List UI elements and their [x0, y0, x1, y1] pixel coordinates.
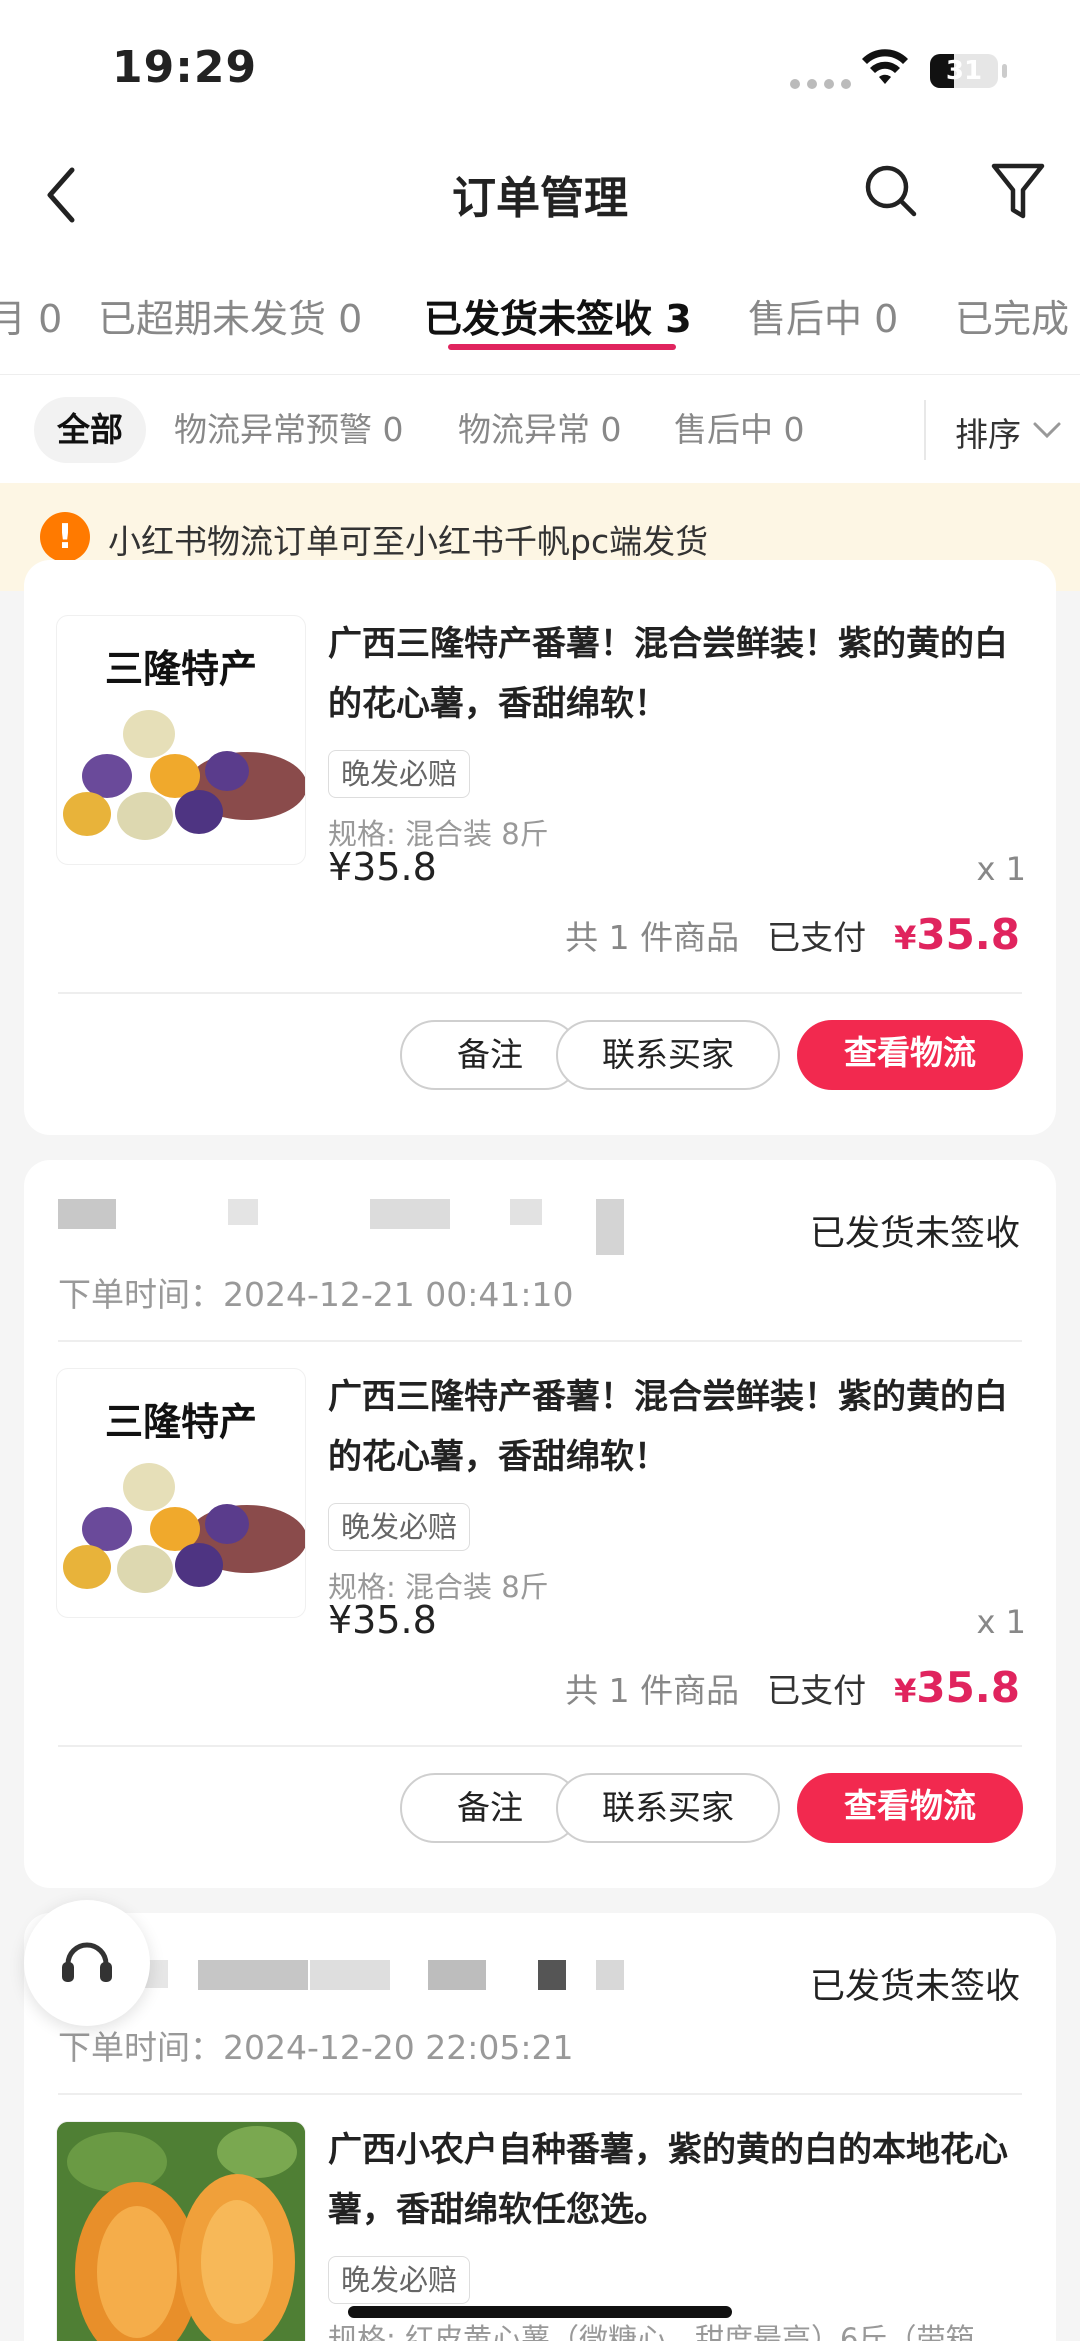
order-time: 下单时间：2024-12-21 00:41:10 [58, 1275, 574, 1314]
filter-chip-after-sale[interactable]: 售后中 0 [674, 397, 805, 463]
notice-text: 小红书物流订单可至小红书千帆pc端发货 [108, 522, 709, 561]
product-spec: 规格: 红皮黄心薯（微糖心，甜度最高）6斤（带箱 [328, 2322, 975, 2341]
card-divider [58, 992, 1022, 994]
tab-previous[interactable]: 月 0 [0, 288, 62, 343]
card-divider [58, 1745, 1022, 1747]
page-title: 订单管理 [452, 173, 628, 224]
paid-label: 已支付 [767, 1671, 867, 1710]
sweet-potato-photo [57, 2122, 305, 2341]
sweet-potato-illustration [63, 710, 305, 840]
late-delivery-guarantee-tag: 晚发必赔 [328, 1503, 471, 1551]
product-thumbnail[interactable]: 三隆特产 [56, 615, 306, 865]
product-quantity: x 1 [976, 1603, 1026, 1641]
order-status: 已发货未签收 [809, 1967, 1020, 2007]
product-price: ¥35.8 [328, 1598, 437, 1642]
product-title[interactable]: 广西小农户自种番薯，紫的黄的白的本地花心薯，香甜绵软任您选。 [328, 2120, 1028, 2240]
product-price: ¥35.8 [328, 845, 437, 889]
sort-button[interactable]: 排序 [955, 408, 1021, 456]
tab-overdue-unshipped[interactable]: 已超期未发货 0 [98, 288, 362, 343]
late-delivery-guarantee-tag: 晚发必赔 [328, 2256, 471, 2304]
sort-divider [924, 400, 926, 460]
paid-amount: ¥35.8 [894, 1663, 1020, 1712]
customer-service-button[interactable] [24, 1900, 150, 2026]
headset-icon [62, 1942, 112, 1982]
filter-chip-logistics-exception[interactable]: 物流异常 0 [458, 397, 622, 463]
contact-buyer-button[interactable]: 联系买家 [556, 1773, 780, 1843]
tab-completed[interactable]: 已完成 [955, 288, 1069, 343]
view-logistics-button[interactable]: 查看物流 [797, 1773, 1023, 1843]
alert-icon: ! [40, 512, 90, 562]
thumbnail-label: 三隆特产 [104, 647, 257, 691]
paid-amount: ¥35.8 [894, 910, 1020, 959]
sweet-potato-illustration [63, 1463, 305, 1593]
thumbnail-label: 三隆特产 [104, 1400, 257, 1444]
paid-currency: ¥ [894, 1672, 917, 1710]
order-time: 下单时间：2024-12-20 22:05:21 [58, 2028, 574, 2067]
item-count: 共 1 件商品 [565, 918, 740, 957]
active-tab-indicator [448, 344, 676, 350]
cellular-signal-icon [790, 79, 851, 89]
screen: 19:29 31 订单管理 月 0 已超期未发货 0 已发货未签收 3 售后中 … [0, 0, 1080, 2341]
product-thumbnail[interactable] [56, 2121, 306, 2341]
tab-after-sale[interactable]: 售后中 0 [748, 288, 898, 343]
view-logistics-button[interactable]: 查看物流 [797, 1020, 1023, 1090]
late-delivery-guarantee-tag: 晚发必赔 [328, 750, 471, 798]
search-icon[interactable] [862, 162, 918, 218]
card-divider [58, 1340, 1022, 1342]
order-summary: 共 1 件商品 已支付 ¥35.8 [565, 910, 1020, 959]
order-status: 已发货未签收 [809, 1214, 1020, 1254]
note-button[interactable]: 备注 [400, 1020, 580, 1090]
wifi-icon [862, 49, 908, 84]
paid-label: 已支付 [767, 918, 867, 957]
product-thumbnail[interactable]: 三隆特产 [56, 1368, 306, 1618]
filter-icon[interactable] [990, 160, 1046, 222]
card-divider [58, 2093, 1022, 2095]
product-title[interactable]: 广西三隆特产番薯！混合尝鲜装！紫的黄的白的花心薯，香甜绵软！ [328, 1367, 1028, 1487]
paid-value: 35.8 [916, 910, 1020, 959]
home-indicator [348, 2306, 732, 2318]
tab-shipped-unsigned[interactable]: 已发货未签收 3 [424, 288, 692, 343]
paid-value: 35.8 [916, 1663, 1020, 1712]
item-count: 共 1 件商品 [565, 1671, 740, 1710]
note-button[interactable]: 备注 [400, 1773, 580, 1843]
battery-nub [1002, 64, 1007, 78]
status-time: 19:29 [112, 42, 258, 93]
product-quantity: x 1 [976, 850, 1026, 888]
order-summary: 共 1 件商品 已支付 ¥35.8 [565, 1663, 1020, 1712]
chevron-down-icon[interactable] [1032, 418, 1062, 442]
contact-buyer-button[interactable]: 联系买家 [556, 1020, 780, 1090]
filter-chip-logistics-warning[interactable]: 物流异常预警 0 [174, 397, 404, 463]
order-number-redacted [58, 1195, 628, 1255]
product-title[interactable]: 广西三隆特产番薯！混合尝鲜装！紫的黄的白的花心薯，香甜绵软！ [328, 614, 1028, 734]
battery-level: 31 [945, 56, 983, 86]
paid-currency: ¥ [894, 919, 917, 957]
filter-chip-all[interactable]: 全部 [34, 397, 146, 463]
battery-icon: 31 [930, 54, 998, 88]
